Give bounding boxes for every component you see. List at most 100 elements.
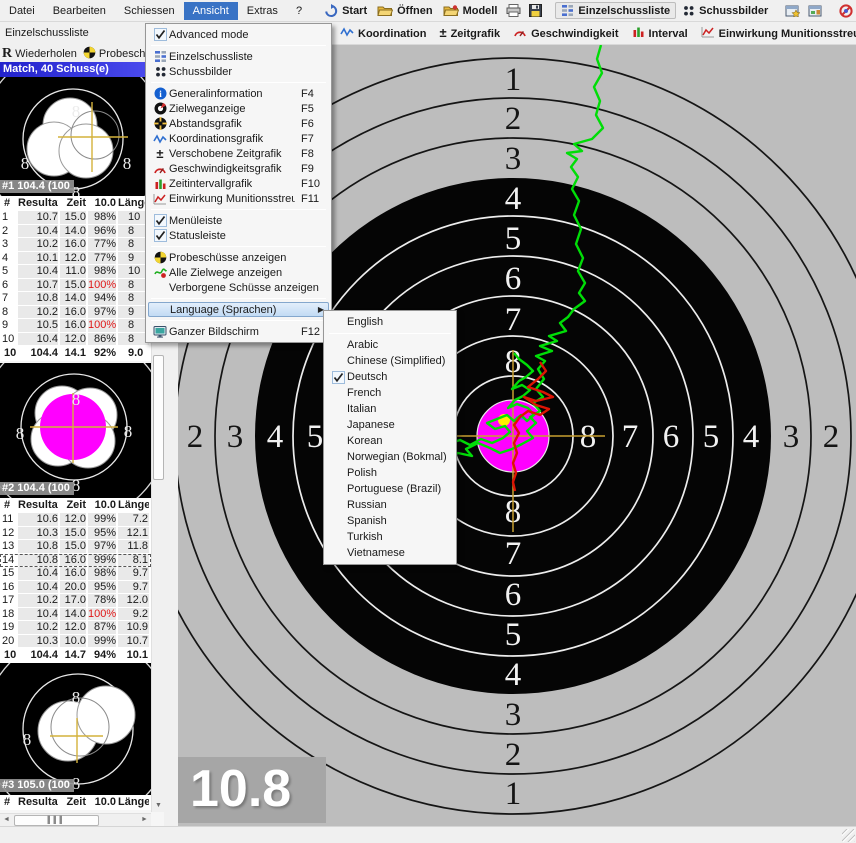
- ring-number: 4: [267, 419, 284, 455]
- cell-shot-number: 15: [0, 567, 16, 580]
- shot-row[interactable]: 8 10.2 16.0 97% 9: [0, 306, 151, 320]
- print-button[interactable]: [502, 3, 525, 18]
- view-toolbar-zeitgrafik[interactable]: ±Zeitgrafik: [435, 25, 509, 42]
- menubar-menu[interactable]: Extras: [238, 2, 287, 20]
- shot-row[interactable]: 18 10.4 14.0 100% 9.2: [0, 608, 151, 622]
- scroll-down-arrow[interactable]: ▼: [152, 799, 165, 812]
- view-menu-item-ganzer-bildschirm[interactable]: Ganzer BildschirmF12: [148, 324, 329, 339]
- language-item-japanese[interactable]: Japanese: [326, 417, 454, 433]
- cell-ten-percent: 99%: [86, 513, 116, 526]
- view-menu-item-language-sprachen[interactable]: Language (Sprachen)▶: [148, 302, 329, 317]
- shot-row[interactable]: 13 10.8 15.0 97% 11.8: [0, 540, 151, 554]
- language-item-spanish[interactable]: Spanish: [326, 513, 454, 529]
- language-item-chinese-simplified[interactable]: Chinese (Simplified): [326, 353, 454, 369]
- shot-pictures-button[interactable]: Schussbilder: [677, 3, 773, 18]
- language-item-korean[interactable]: Korean: [326, 433, 454, 449]
- shot-row[interactable]: 3 10.2 16.0 77% 8: [0, 238, 151, 252]
- vertical-scroll-thumb[interactable]: [153, 355, 164, 480]
- view-menu-item-zielweganzeige[interactable]: ZielweganzeigeF5: [148, 101, 329, 116]
- model-label: Modell: [463, 5, 498, 17]
- info-icon: i: [151, 87, 169, 100]
- menu-item-shortcut: F4: [301, 88, 327, 100]
- shot-row[interactable]: 16 10.4 20.0 95% 9.7: [0, 581, 151, 595]
- target-thumbnail-1[interactable]: 8888 #1 104.4 (100: [0, 77, 151, 196]
- view-menu-item-abstandsgrafik[interactable]: AbstandsgrafikF6: [148, 116, 329, 131]
- language-item-english[interactable]: English: [326, 314, 454, 330]
- view-menu-item-verschobene-zeitgrafik[interactable]: ±Verschobene ZeitgrafikF8: [148, 146, 329, 161]
- view-menu-item-einzelschussliste[interactable]: Einzelschussliste: [148, 49, 329, 64]
- menu-item-label: Einzelschussliste: [169, 51, 327, 63]
- open-button[interactable]: Öffnen: [372, 3, 437, 18]
- check-icon: [151, 229, 169, 242]
- scroll-right-arrow[interactable]: ►: [138, 814, 151, 825]
- language-item-italian[interactable]: Italian: [326, 401, 454, 417]
- cell-time: 16.0: [58, 306, 86, 319]
- menubar-menu[interactable]: Bearbeiten: [44, 2, 115, 20]
- model-button[interactable]: Modell: [438, 3, 503, 18]
- repeat-button[interactable]: R Wiederholen: [0, 48, 77, 60]
- menubar-menu[interactable]: Datei: [0, 2, 44, 20]
- cell-ten-percent: 77%: [86, 238, 116, 251]
- start-button[interactable]: Start: [319, 3, 372, 19]
- resize-grip[interactable]: [842, 829, 855, 842]
- report-window-button[interactable]: [781, 3, 804, 18]
- shot-row[interactable]: 17 10.2 17.0 78% 12.0: [0, 594, 151, 608]
- layout-window-button[interactable]: [804, 3, 827, 18]
- language-item-turkish[interactable]: Turkish: [326, 529, 454, 545]
- menu-separator: [329, 333, 451, 334]
- shot-row[interactable]: 9 10.5 16.0 100% 8: [0, 319, 151, 333]
- shot-row[interactable]: 2 10.4 14.0 96% 8: [0, 225, 151, 239]
- shot-row[interactable]: 4 10.1 12.0 77% 9: [0, 252, 151, 266]
- view-toolbar-geschwindigkeit[interactable]: Geschwindigkeit: [509, 24, 627, 43]
- shot-row[interactable]: 12 10.3 15.0 95% 12.1: [0, 527, 151, 541]
- view-menu-item-schussbilder[interactable]: Schussbilder: [148, 64, 329, 79]
- view-toolbar-einwirkung-munitionsstreuung[interactable]: Einwirkung Munitionsstreuung: [697, 24, 856, 43]
- language-item-french[interactable]: French: [326, 385, 454, 401]
- target-thumbnail-2[interactable]: 8888 #2 104.4 (100: [0, 363, 151, 498]
- shot-row[interactable]: 1 10.7 15.0 98% 10: [0, 211, 151, 225]
- language-item-portuguese-brazil[interactable]: Portuguese (Brazil): [326, 481, 454, 497]
- menubar-menu[interactable]: Schiessen: [115, 2, 184, 20]
- shot-row[interactable]: 14 10.8 16.0 99% 8.1: [0, 554, 151, 568]
- view-menu-item-einwirkung-munitionsstreuung[interactable]: Einwirkung MunitionsstreuungF11: [148, 191, 329, 206]
- view-toolbar-koordination[interactable]: Koordination: [336, 24, 435, 43]
- menubar-menu[interactable]: Ansicht: [184, 2, 238, 20]
- target-thumbnail-3[interactable]: 888 #3 105.0 (100: [0, 663, 151, 795]
- language-item-arabic[interactable]: Arabic: [326, 337, 454, 353]
- language-item-polish[interactable]: Polish: [326, 465, 454, 481]
- shot-row[interactable]: 11 10.6 12.0 99% 7.2: [0, 513, 151, 527]
- menubar-menu[interactable]: ?: [287, 2, 311, 20]
- view-menu-item-probesch-sse-anzeigen[interactable]: Probeschüsse anzeigen: [148, 250, 329, 265]
- shot-row[interactable]: 5 10.4 11.0 98% 10: [0, 265, 151, 279]
- shot-row[interactable]: 6 10.7 15.0 100% 8: [0, 279, 151, 293]
- horizontal-scroll-thumb[interactable]: ▌▌▌: [14, 815, 99, 826]
- language-item-vietnamese[interactable]: Vietnamese: [326, 545, 454, 561]
- scroll-left-arrow[interactable]: ◄: [0, 814, 13, 825]
- cell-result: 10.2: [16, 306, 58, 319]
- language-item-deutsch[interactable]: Deutsch: [326, 369, 454, 385]
- shot-row[interactable]: 19 10.2 12.0 87% 10.9: [0, 621, 151, 635]
- view-menu-item-zeitintervallgrafik[interactable]: ZeitintervallgrafikF10: [148, 176, 329, 191]
- view-menu-item-generalinformation[interactable]: iGeneralinformationF4: [148, 86, 329, 101]
- view-menu-item-koordinationsgrafik[interactable]: KoordinationsgrafikF7: [148, 131, 329, 146]
- shot-row[interactable]: 20 10.3 10.0 99% 10.7: [0, 635, 151, 649]
- language-item-norwegian-bokmal[interactable]: Norwegian (Bokmal): [326, 449, 454, 465]
- panel-buttons-row: R Wiederholen Probeschüsse: [0, 45, 164, 62]
- shot-row[interactable]: 7 10.8 14.0 94% 8: [0, 292, 151, 306]
- view-menu-dropdown: Advanced mode EinzelschusslisteSchussbild…: [145, 23, 332, 343]
- language-item-russian[interactable]: Russian: [326, 497, 454, 513]
- save-button[interactable]: [525, 3, 546, 18]
- menu-item-label: Zielweganzeige: [169, 103, 295, 115]
- view-menu-item-men-leiste[interactable]: Menüleiste: [148, 213, 329, 228]
- horizontal-scrollbar[interactable]: ◄ ▌▌▌ ►: [0, 813, 151, 826]
- shot-row[interactable]: 10 10.4 12.0 86% 8: [0, 333, 151, 347]
- shot-row[interactable]: 15 10.4 16.0 98% 9.7: [0, 567, 151, 581]
- view-menu-item-alle-zielwege-anzeigen[interactable]: Alle Zielwege anzeigen: [148, 265, 329, 280]
- disconnect-button[interactable]: [835, 3, 856, 19]
- view-menu-item-statusleiste[interactable]: Statusleiste: [148, 228, 329, 243]
- view-menu-item-advanced-mode[interactable]: Advanced mode: [148, 27, 329, 42]
- view-toolbar-interval[interactable]: Interval: [628, 24, 697, 43]
- view-menu-item-verborgene-sch-sse-anzeigen[interactable]: Verborgene Schüsse anzeigen: [148, 280, 329, 295]
- view-menu-item-geschwindigkeitsgrafik[interactable]: GeschwindigkeitsgrafikF9: [148, 161, 329, 176]
- single-shot-list-button[interactable]: Einzelschussliste: [555, 2, 676, 19]
